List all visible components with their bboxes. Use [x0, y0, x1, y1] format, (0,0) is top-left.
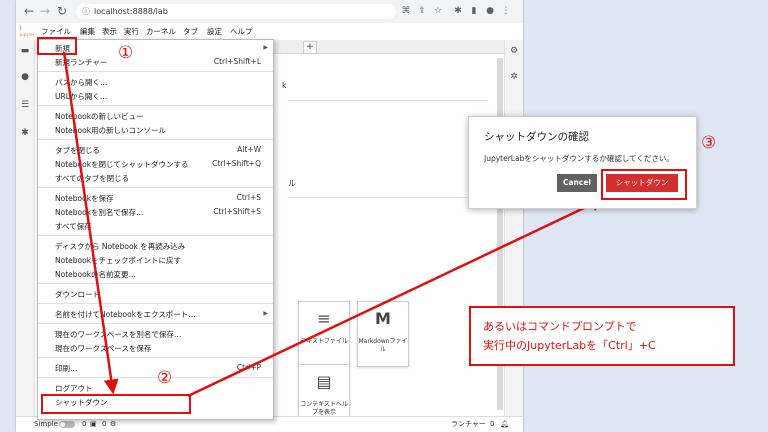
callout-number-2: ②: [157, 368, 173, 388]
arrow-to-shutdown: [62, 51, 119, 395]
annotation-arrows: [62, 51, 606, 398]
dialog-body: JupyterLabをシャットダウンするか確認してください。: [484, 154, 674, 163]
callout-number-1: ①: [118, 43, 134, 63]
cancel-button[interactable]: Cancel: [557, 174, 597, 192]
dialog-title: シャットダウンの確認: [484, 131, 589, 143]
note-box: あるいはコマンドプロンプトで 実行中のJupyterLabを「Ctrl」+C: [469, 306, 735, 366]
arrow-to-dialog: [187, 197, 606, 398]
note-line-2: 実行中のJupyterLabを「Ctrl」+C: [483, 339, 656, 352]
note-line-1: あるいはコマンドプロンプトで: [483, 320, 637, 333]
callout-number-3: ③: [701, 133, 717, 153]
highlight-shutdown-button: [601, 169, 687, 200]
